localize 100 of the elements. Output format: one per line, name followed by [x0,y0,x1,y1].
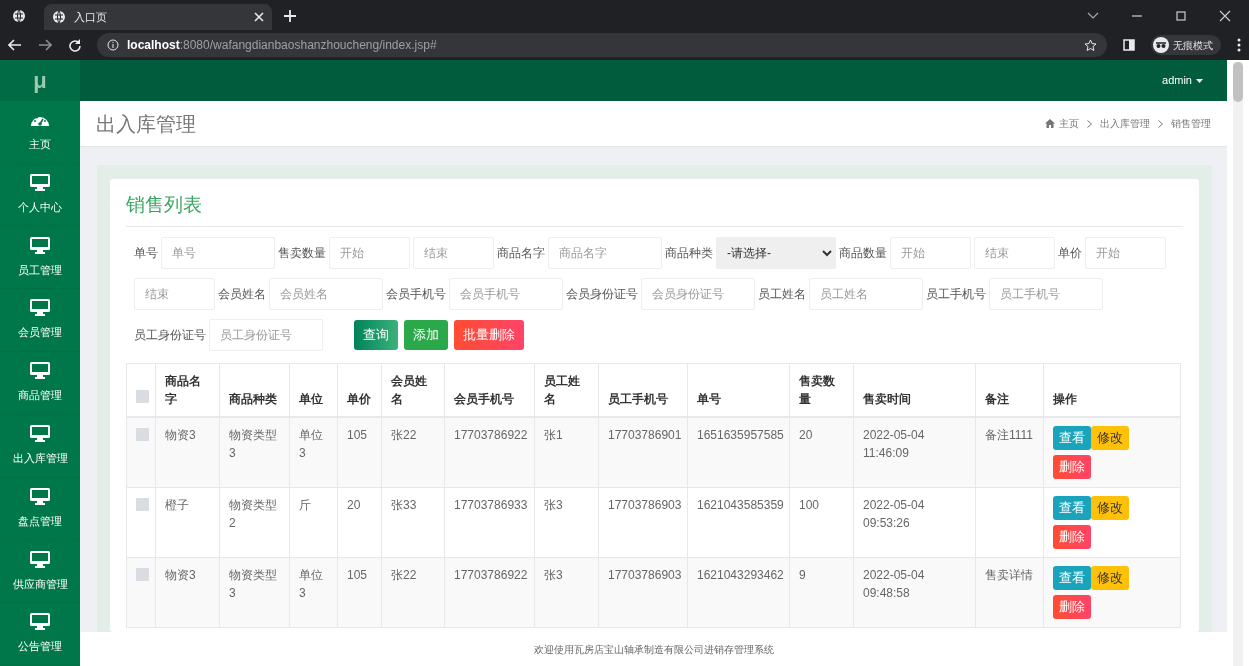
delete-button[interactable]: 批量删除 [454,319,524,350]
profile-chip[interactable]: 无痕模式 [1151,35,1221,55]
table-cell: 17703786922 [454,427,528,442]
column-header: 备注 [975,363,1044,417]
table-cell: 物资类型3 [229,567,277,600]
back-icon[interactable] [8,39,22,51]
table-cell: 1621043585359 [697,497,784,512]
globe-icon [52,10,66,24]
input-field[interactable]: 会员手机号 [449,277,563,310]
input-field[interactable]: 商品名字 [548,236,662,269]
address-bar[interactable]: localhost:8080/wafangdianbaoshanzhoucheng/index.jsp# [97,33,1107,57]
column-header: 售卖数量 [789,363,854,417]
edit-button[interactable]: 修改 [1091,495,1129,520]
add-button[interactable]: 添加 [404,319,448,350]
input-field[interactable]: 单号 [161,236,275,269]
table-cell: 物资3 [165,427,196,442]
table-cell: 备注1111 [985,427,1034,442]
input-field[interactable]: 员工姓名 [809,277,923,310]
input-field[interactable]: 会员身份证号 [641,277,755,310]
table-cell: 张3 [544,567,563,582]
reload-icon[interactable] [68,38,81,52]
table-cell: 17703786933 [454,497,528,512]
input-field[interactable]: 员工手机号 [989,277,1103,310]
page-title: 出入库管理 [96,111,196,137]
delete-button[interactable]: 删除 [1053,524,1091,549]
table-cell: 100 [799,497,820,512]
browser-tab[interactable]: 入口页 [44,4,272,30]
input-field[interactable]: 开始 [1085,236,1166,269]
field-label: 商品名字 [497,244,545,262]
table-cell: 20 [347,497,361,512]
info-icon [107,39,119,51]
edit-button[interactable]: 修改 [1091,565,1129,590]
column-header: 商品种类 [219,363,290,417]
delete-button[interactable]: 删除 [1053,594,1091,619]
plus-icon[interactable] [284,10,296,22]
input-field[interactable]: 会员姓名 [269,277,383,310]
search-button[interactable]: 查询 [354,319,398,350]
table-cell: 单位3 [299,567,323,600]
star-icon[interactable] [1084,38,1097,52]
monitor-icon [30,550,50,568]
sidebar-icon[interactable] [1123,39,1135,51]
table-cell: 1651635957585 [697,427,784,442]
column-header: 单价 [337,363,382,417]
breadcrumb-link[interactable]: 销售管理 [1171,116,1211,131]
input-field[interactable]: 员工身份证号 [209,318,323,351]
table-cell: 20 [799,427,813,442]
column-header: 商品名字 [155,363,220,417]
table-cell: 2022-05-04 09:48:58 [863,567,925,600]
table-cell: 105 [347,427,368,442]
forward-icon[interactable] [38,39,52,51]
input-field[interactable]: 结束 [974,236,1055,269]
table-cell: 1621043293462 [697,567,784,582]
monitor-icon [30,299,50,317]
monitor-icon [30,173,50,191]
column-header: 员工姓名 [534,363,599,417]
checkbox[interactable] [136,427,149,441]
field-label: 商品种类 [665,244,713,262]
globe-icon[interactable] [12,9,26,23]
footer-text: 欢迎使用瓦房店宝山轴承制造有限公司进销存管理系统 [533,642,774,657]
select-field[interactable]: -请选择- [716,236,836,269]
table-cell: 2022-05-04 09:53:26 [863,497,925,530]
edit-button[interactable]: 修改 [1091,425,1129,450]
field-label: 员工手机号 [926,285,986,303]
table-cell: 斤 [299,497,311,512]
checkbox[interactable] [136,389,149,403]
table-cell: 张22 [391,427,417,442]
input-field[interactable]: 结束 [413,236,494,269]
breadcrumb-link[interactable]: 出入库管理 [1100,116,1150,131]
close-icon[interactable] [1219,10,1231,22]
table-cell: 张33 [391,497,417,512]
field-label: 会员身份证号 [566,285,638,303]
field-label: 员工姓名 [758,285,806,303]
card-title: 销售列表 [126,191,1183,227]
view-button[interactable]: 查看 [1053,495,1091,520]
table-cell: 售卖详情 [985,567,1033,582]
field-label: 商品数量 [839,244,887,262]
view-button[interactable]: 查看 [1053,425,1091,450]
checkbox[interactable] [136,567,149,581]
checkbox[interactable] [136,497,149,511]
table-cell: 9 [799,567,806,582]
delete-button[interactable]: 删除 [1053,454,1091,479]
table-cell: 单位3 [299,427,323,460]
input-field[interactable]: 结束 [134,277,215,310]
scrollbar[interactable] [1233,62,1243,666]
column-header: 售卖时间 [853,363,976,417]
menu-icon[interactable] [1237,38,1241,52]
maximize-icon[interactable] [1175,10,1187,22]
column-header: 会员手机号 [444,363,535,417]
field-label: 会员姓名 [218,285,266,303]
input-field[interactable]: 开始 [329,236,410,269]
chevron-right-icon [1158,119,1163,128]
input-field[interactable]: 开始 [890,236,971,269]
breadcrumb-link[interactable]: 主页 [1045,116,1079,131]
column-header: 操作 [1043,363,1181,417]
monitor-icon [30,425,50,442]
close-icon[interactable] [254,12,264,22]
table-cell: 张3 [544,497,563,512]
view-button[interactable]: 查看 [1053,565,1091,590]
column-header: 员工手机号 [598,363,688,417]
user-menu[interactable]: admin [1162,72,1203,89]
